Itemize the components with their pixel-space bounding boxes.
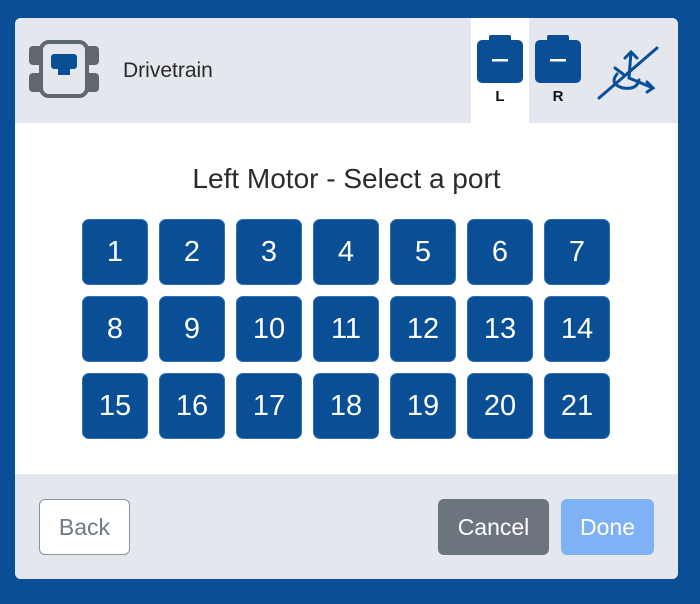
tab-left-motor[interactable]: L [471,18,529,123]
port-button-12[interactable]: 12 [390,296,456,362]
cancel-button[interactable]: Cancel [438,499,549,555]
port-button-8[interactable]: 8 [82,296,148,362]
port-button-16[interactable]: 16 [159,373,225,439]
port-prompt: Left Motor - Select a port [192,163,501,194]
port-button-4[interactable]: 4 [313,219,379,285]
port-button-15[interactable]: 15 [82,373,148,439]
port-button-5[interactable]: 5 [390,219,456,285]
port-button-2[interactable]: 2 [159,219,225,285]
port-button-7[interactable]: 7 [544,219,610,285]
tab-right-label: R [552,88,564,105]
port-button-9[interactable]: 9 [159,296,225,362]
device-title: Drivetrain [123,59,213,82]
port-grid: 1 2 3 4 5 6 7 8 9 10 11 12 13 14 15 16 1… [82,219,610,439]
port-button-10[interactable]: 10 [236,296,302,362]
port-button-19[interactable]: 19 [390,373,456,439]
device-config-dialog: Drivetrain L R Left Motor - Select a por… [15,18,678,579]
port-button-13[interactable]: 13 [467,296,533,362]
motor-icon [477,35,523,83]
gyro-disabled-icon[interactable] [595,44,661,102]
port-button-6[interactable]: 6 [467,219,533,285]
port-button-20[interactable]: 20 [467,373,533,439]
port-button-1[interactable]: 1 [82,219,148,285]
port-button-17[interactable]: 17 [236,373,302,439]
port-button-21[interactable]: 21 [544,373,610,439]
drivetrain-icon [29,40,99,98]
port-button-3[interactable]: 3 [236,219,302,285]
port-button-14[interactable]: 14 [544,296,610,362]
dialog-header: Drivetrain L R [15,18,678,123]
port-button-11[interactable]: 11 [313,296,379,362]
tab-left-label: L [495,88,505,105]
dialog-footer: Back Cancel Done [15,474,678,579]
port-button-18[interactable]: 18 [313,373,379,439]
port-selection-body: Left Motor - Select a port 1 2 3 4 5 6 7… [15,123,678,474]
done-button[interactable]: Done [561,499,654,555]
motor-icon [535,35,581,83]
back-button[interactable]: Back [39,499,130,555]
tab-right-motor[interactable]: R [529,18,587,123]
